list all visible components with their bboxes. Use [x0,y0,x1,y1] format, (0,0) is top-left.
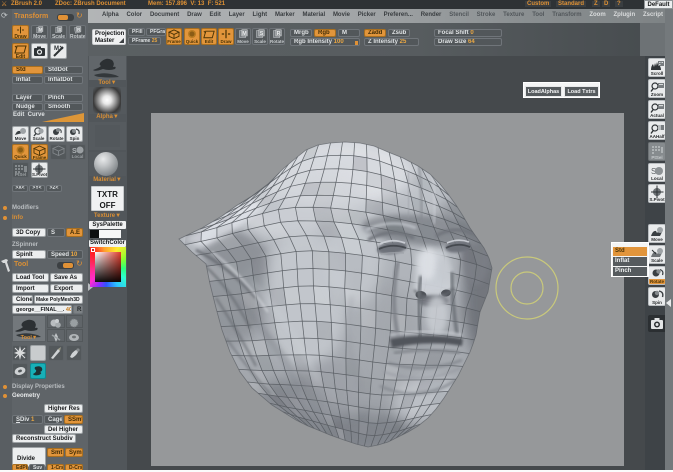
svg-text:M: M [54,46,59,52]
svg-text:S: S [260,31,264,37]
svg-text:M: M [39,27,43,32]
svg-text:R: R [277,31,281,37]
svg-text:S: S [58,27,61,32]
svg-text:M: M [242,31,247,37]
